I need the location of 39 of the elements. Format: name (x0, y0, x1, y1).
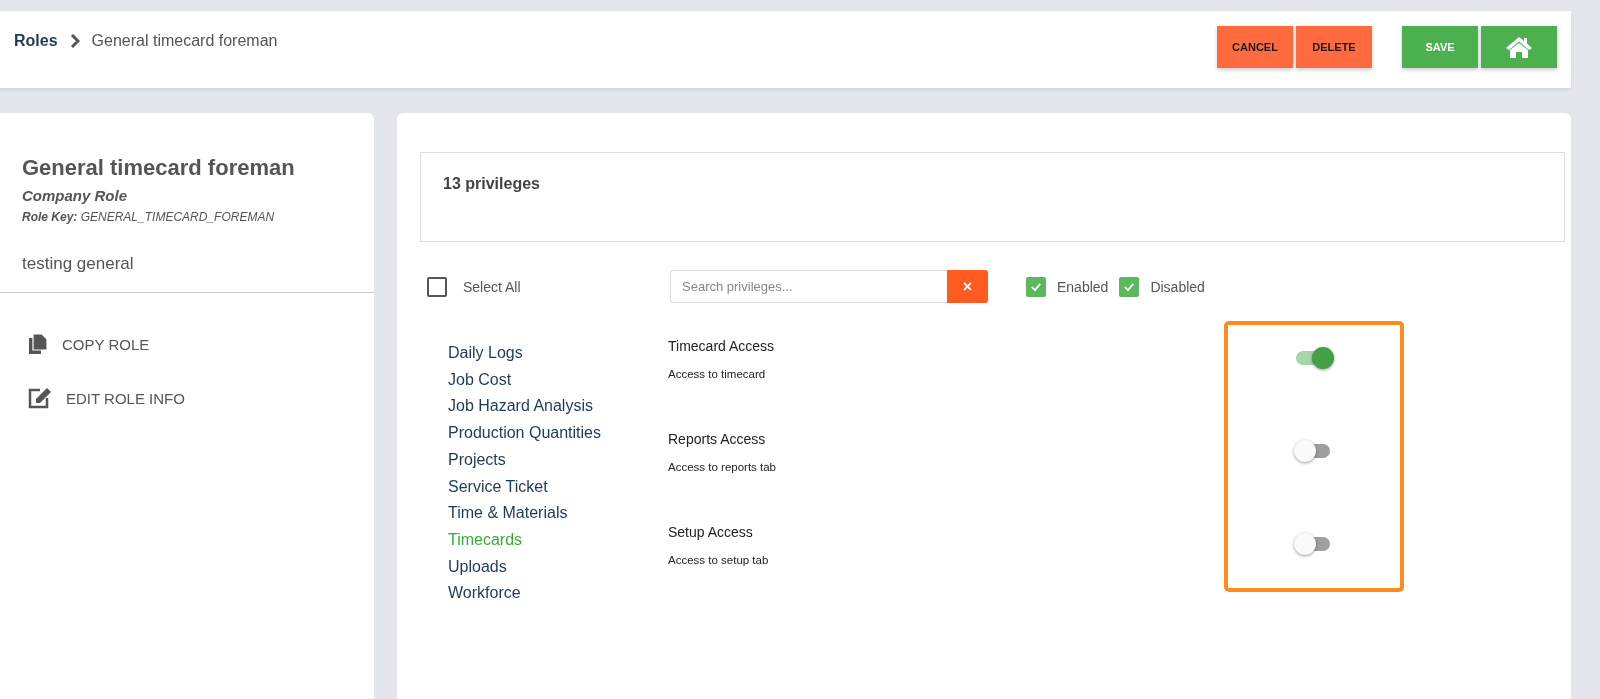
privilege-description: Access to reports tab (668, 461, 778, 473)
privilege-name: Timecard Access (668, 338, 776, 354)
privilege-name: Reports Access (668, 431, 767, 447)
search-field[interactable]: Search privileges... (670, 270, 947, 303)
category-link[interactable]: Service Ticket (448, 473, 668, 501)
filter-label: Disabled (1150, 278, 1205, 295)
category-link[interactable]: Production Quantities (448, 420, 668, 447)
privilege-description: Access to setup tab (668, 554, 770, 566)
edit-icon (28, 387, 52, 409)
copy-role-link[interactable]: COPY ROLE (28, 333, 374, 355)
role-type: Company Role (22, 187, 128, 204)
category-link[interactable]: Time & Materials (448, 500, 668, 527)
category-link[interactable]: Workforce (448, 580, 668, 608)
category-link[interactable]: Job Cost (448, 366, 668, 394)
privilege-name: Setup Access (668, 524, 754, 540)
breadcrumb-link[interactable]: Roles (14, 31, 58, 50)
privileges-count: 13 privileges (443, 175, 540, 192)
chevron-icon (69, 33, 80, 48)
filter-label: Enabled (1057, 278, 1109, 295)
action-button[interactable]: CANCEL (1217, 25, 1293, 68)
select-all-checkbox[interactable] (427, 276, 447, 297)
select-all-label: Select All (463, 278, 521, 295)
breadcrumb-current: General timecard foreman (91, 31, 278, 50)
home-icon (1504, 34, 1534, 59)
role-title: General timecard foreman (22, 155, 296, 181)
privilege-description: Access to timecard (668, 368, 767, 380)
action-button[interactable]: DELETE (1296, 25, 1372, 68)
category-link[interactable]: Job Hazard Analysis (448, 393, 668, 421)
category-link[interactable]: Uploads (448, 553, 668, 581)
copy-icon (28, 333, 48, 355)
edit-role-link[interactable]: EDIT ROLE INFO (28, 387, 374, 409)
home-button[interactable] (1481, 25, 1557, 68)
category-link[interactable]: Projects (448, 446, 668, 474)
role-key: Role Key: GENERAL_TIMECARD_FOREMAN (22, 210, 352, 224)
filter-checkbox[interactable] (1026, 276, 1046, 297)
toggle-switch[interactable] (1294, 347, 1334, 369)
filter-checkbox[interactable] (1119, 276, 1140, 297)
category-link[interactable]: Daily Logs (448, 340, 668, 367)
role-description: testing general (22, 254, 135, 274)
